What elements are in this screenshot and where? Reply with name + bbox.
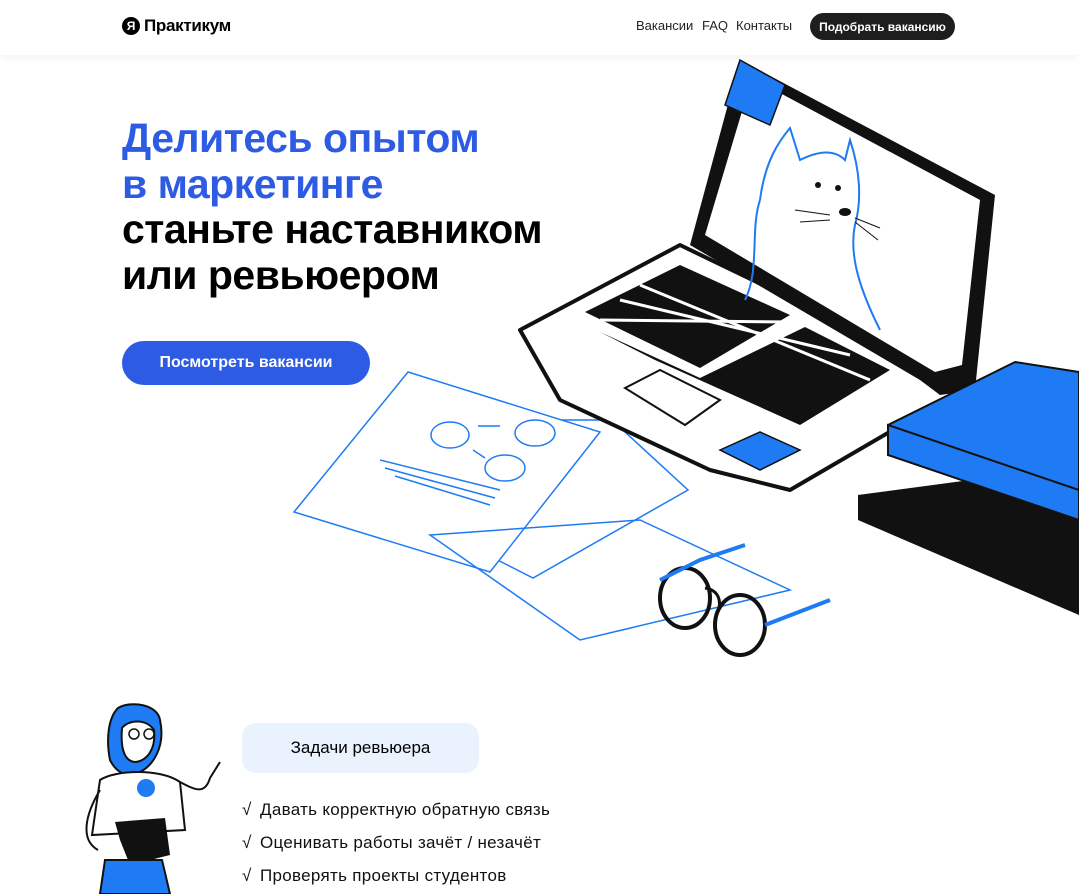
- nav-link-contacts[interactable]: Контакты: [736, 18, 792, 33]
- nav-link-faq[interactable]: FAQ: [702, 18, 728, 33]
- task-item: √ Проверять проекты студентов: [242, 866, 507, 886]
- girl-pointing-illustration: [85, 703, 221, 894]
- checkmark-icon: √: [242, 866, 252, 885]
- logo[interactable]: Я Практикум: [122, 15, 231, 37]
- site-header: Я Практикум Вакансии FAQ Контакты Подобр…: [0, 0, 1079, 55]
- checkmark-icon: √: [242, 800, 252, 819]
- laptop-cat-illustration: [292, 58, 1079, 657]
- logo-text: Практикум: [144, 16, 231, 35]
- task-item-text: Давать корректную обратную связь: [260, 800, 551, 819]
- task-item-text: Проверять проекты студентов: [260, 866, 507, 885]
- yandex-logo-icon: Я: [122, 17, 140, 35]
- reviewer-tasks-heading: Задачи ревьюера: [242, 723, 479, 773]
- nav-link-vacancies[interactable]: Вакансии: [636, 18, 693, 33]
- checkmark-icon: √: [242, 833, 252, 852]
- find-vacancy-button[interactable]: Подобрать вакансию: [810, 13, 955, 40]
- task-item: √ Оценивать работы зачёт / незачёт: [242, 833, 541, 853]
- task-item-text: Оценивать работы зачёт / незачёт: [260, 833, 542, 852]
- task-item: √ Давать корректную обратную связь: [242, 800, 550, 820]
